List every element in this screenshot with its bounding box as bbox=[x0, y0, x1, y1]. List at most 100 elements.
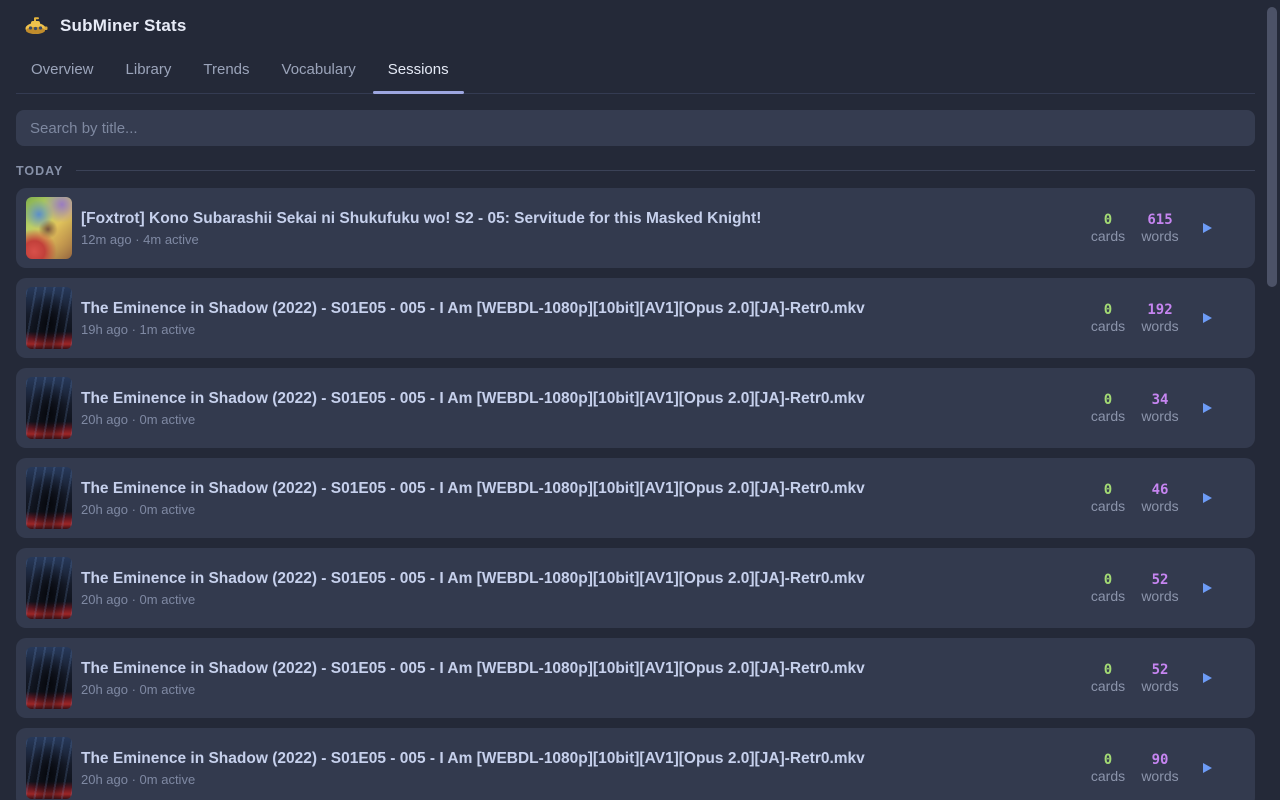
tabbar: Overview Library Trends Vocabulary Sessi… bbox=[16, 47, 1255, 94]
resume-session-button[interactable] bbox=[1195, 216, 1219, 240]
session-info: The Eminence in Shadow (2022) - S01E05 -… bbox=[81, 389, 865, 427]
search-input[interactable] bbox=[16, 110, 1255, 146]
words-stat: 90 words bbox=[1137, 752, 1183, 785]
session-stats: 0 cards 615 words bbox=[1085, 212, 1219, 245]
session-title: The Eminence in Shadow (2022) - S01E05 -… bbox=[81, 299, 865, 319]
session-card[interactable]: The Eminence in Shadow (2022) - S01E05 -… bbox=[16, 548, 1255, 628]
words-count: 90 bbox=[1137, 752, 1183, 768]
section-rule bbox=[76, 170, 1255, 171]
cards-label: cards bbox=[1085, 498, 1131, 515]
app-title: SubMiner Stats bbox=[60, 16, 187, 36]
session-title: The Eminence in Shadow (2022) - S01E05 -… bbox=[81, 479, 865, 499]
cards-stat: 0 cards bbox=[1085, 752, 1131, 785]
play-icon bbox=[1203, 223, 1212, 233]
words-label: words bbox=[1137, 228, 1183, 245]
cards-stat: 0 cards bbox=[1085, 482, 1131, 515]
cards-count: 0 bbox=[1085, 662, 1131, 678]
play-icon bbox=[1203, 673, 1212, 683]
tab-sessions[interactable]: Sessions bbox=[373, 51, 464, 93]
session-meta: 20h ago · 0m active bbox=[81, 502, 865, 517]
cards-stat: 0 cards bbox=[1085, 662, 1131, 695]
session-thumbnail bbox=[26, 467, 72, 529]
scrollbar-thumb[interactable] bbox=[1267, 7, 1277, 287]
cards-count: 0 bbox=[1085, 752, 1131, 768]
cards-stat: 0 cards bbox=[1085, 572, 1131, 605]
session-info: The Eminence in Shadow (2022) - S01E05 -… bbox=[81, 299, 865, 337]
session-meta: 20h ago · 0m active bbox=[81, 592, 865, 607]
words-label: words bbox=[1137, 678, 1183, 695]
session-info: The Eminence in Shadow (2022) - S01E05 -… bbox=[81, 659, 865, 697]
session-meta: 19h ago · 1m active bbox=[81, 322, 865, 337]
cards-label: cards bbox=[1085, 678, 1131, 695]
resume-session-button[interactable] bbox=[1195, 756, 1219, 780]
words-stat: 46 words bbox=[1137, 482, 1183, 515]
session-stats: 0 cards 192 words bbox=[1085, 302, 1219, 335]
words-label: words bbox=[1137, 588, 1183, 605]
session-meta: 20h ago · 0m active bbox=[81, 772, 865, 787]
session-card[interactable]: The Eminence in Shadow (2022) - S01E05 -… bbox=[16, 638, 1255, 718]
cards-count: 0 bbox=[1085, 572, 1131, 588]
cards-count: 0 bbox=[1085, 212, 1131, 228]
session-card[interactable]: The Eminence in Shadow (2022) - S01E05 -… bbox=[16, 278, 1255, 358]
words-stat: 192 words bbox=[1137, 302, 1183, 335]
cards-stat: 0 cards bbox=[1085, 392, 1131, 425]
session-meta: 12m ago · 4m active bbox=[81, 232, 761, 247]
tab-overview[interactable]: Overview bbox=[16, 51, 109, 93]
words-count: 615 bbox=[1137, 212, 1183, 228]
session-stats: 0 cards 52 words bbox=[1085, 662, 1219, 695]
cards-count: 0 bbox=[1085, 482, 1131, 498]
words-label: words bbox=[1137, 408, 1183, 425]
session-title: The Eminence in Shadow (2022) - S01E05 -… bbox=[81, 389, 865, 409]
resume-session-button[interactable] bbox=[1195, 306, 1219, 330]
words-count: 52 bbox=[1137, 662, 1183, 678]
resume-session-button[interactable] bbox=[1195, 486, 1219, 510]
session-card[interactable]: The Eminence in Shadow (2022) - S01E05 -… bbox=[16, 458, 1255, 538]
cards-label: cards bbox=[1085, 408, 1131, 425]
session-stats: 0 cards 46 words bbox=[1085, 482, 1219, 515]
cards-stat: 0 cards bbox=[1085, 212, 1131, 245]
words-count: 46 bbox=[1137, 482, 1183, 498]
section-label: TODAY bbox=[16, 164, 63, 178]
words-stat: 34 words bbox=[1137, 392, 1183, 425]
session-thumbnail bbox=[26, 377, 72, 439]
resume-session-button[interactable] bbox=[1195, 576, 1219, 600]
submarine-icon bbox=[24, 14, 48, 38]
session-thumbnail bbox=[26, 287, 72, 349]
session-thumbnail bbox=[26, 197, 72, 259]
page: SubMiner Stats Overview Library Trends V… bbox=[0, 0, 1280, 800]
session-title: [Foxtrot] Kono Subarashii Sekai ni Shuku… bbox=[81, 209, 761, 229]
play-icon bbox=[1203, 403, 1212, 413]
resume-session-button[interactable] bbox=[1195, 396, 1219, 420]
cards-label: cards bbox=[1085, 768, 1131, 785]
session-title: The Eminence in Shadow (2022) - S01E05 -… bbox=[81, 749, 865, 769]
words-stat: 52 words bbox=[1137, 572, 1183, 605]
tab-vocabulary[interactable]: Vocabulary bbox=[267, 51, 371, 93]
words-count: 192 bbox=[1137, 302, 1183, 318]
session-info: The Eminence in Shadow (2022) - S01E05 -… bbox=[81, 749, 865, 787]
session-stats: 0 cards 34 words bbox=[1085, 392, 1219, 425]
words-label: words bbox=[1137, 768, 1183, 785]
session-thumbnail bbox=[26, 737, 72, 799]
play-icon bbox=[1203, 493, 1212, 503]
resume-session-button[interactable] bbox=[1195, 666, 1219, 690]
session-thumbnail bbox=[26, 647, 72, 709]
tab-library[interactable]: Library bbox=[111, 51, 187, 93]
session-stats: 0 cards 52 words bbox=[1085, 572, 1219, 605]
session-list: [Foxtrot] Kono Subarashii Sekai ni Shuku… bbox=[16, 188, 1255, 800]
words-count: 52 bbox=[1137, 572, 1183, 588]
session-card[interactable]: [Foxtrot] Kono Subarashii Sekai ni Shuku… bbox=[16, 188, 1255, 268]
session-title: The Eminence in Shadow (2022) - S01E05 -… bbox=[81, 569, 865, 589]
cards-label: cards bbox=[1085, 318, 1131, 335]
words-stat: 615 words bbox=[1137, 212, 1183, 245]
session-card[interactable]: The Eminence in Shadow (2022) - S01E05 -… bbox=[16, 368, 1255, 448]
words-label: words bbox=[1137, 498, 1183, 515]
play-icon bbox=[1203, 583, 1212, 593]
words-stat: 52 words bbox=[1137, 662, 1183, 695]
session-thumbnail bbox=[26, 557, 72, 619]
cards-label: cards bbox=[1085, 228, 1131, 245]
session-info: The Eminence in Shadow (2022) - S01E05 -… bbox=[81, 569, 865, 607]
session-card[interactable]: The Eminence in Shadow (2022) - S01E05 -… bbox=[16, 728, 1255, 800]
session-stats: 0 cards 90 words bbox=[1085, 752, 1219, 785]
tab-trends[interactable]: Trends bbox=[188, 51, 264, 93]
session-title: The Eminence in Shadow (2022) - S01E05 -… bbox=[81, 659, 865, 679]
